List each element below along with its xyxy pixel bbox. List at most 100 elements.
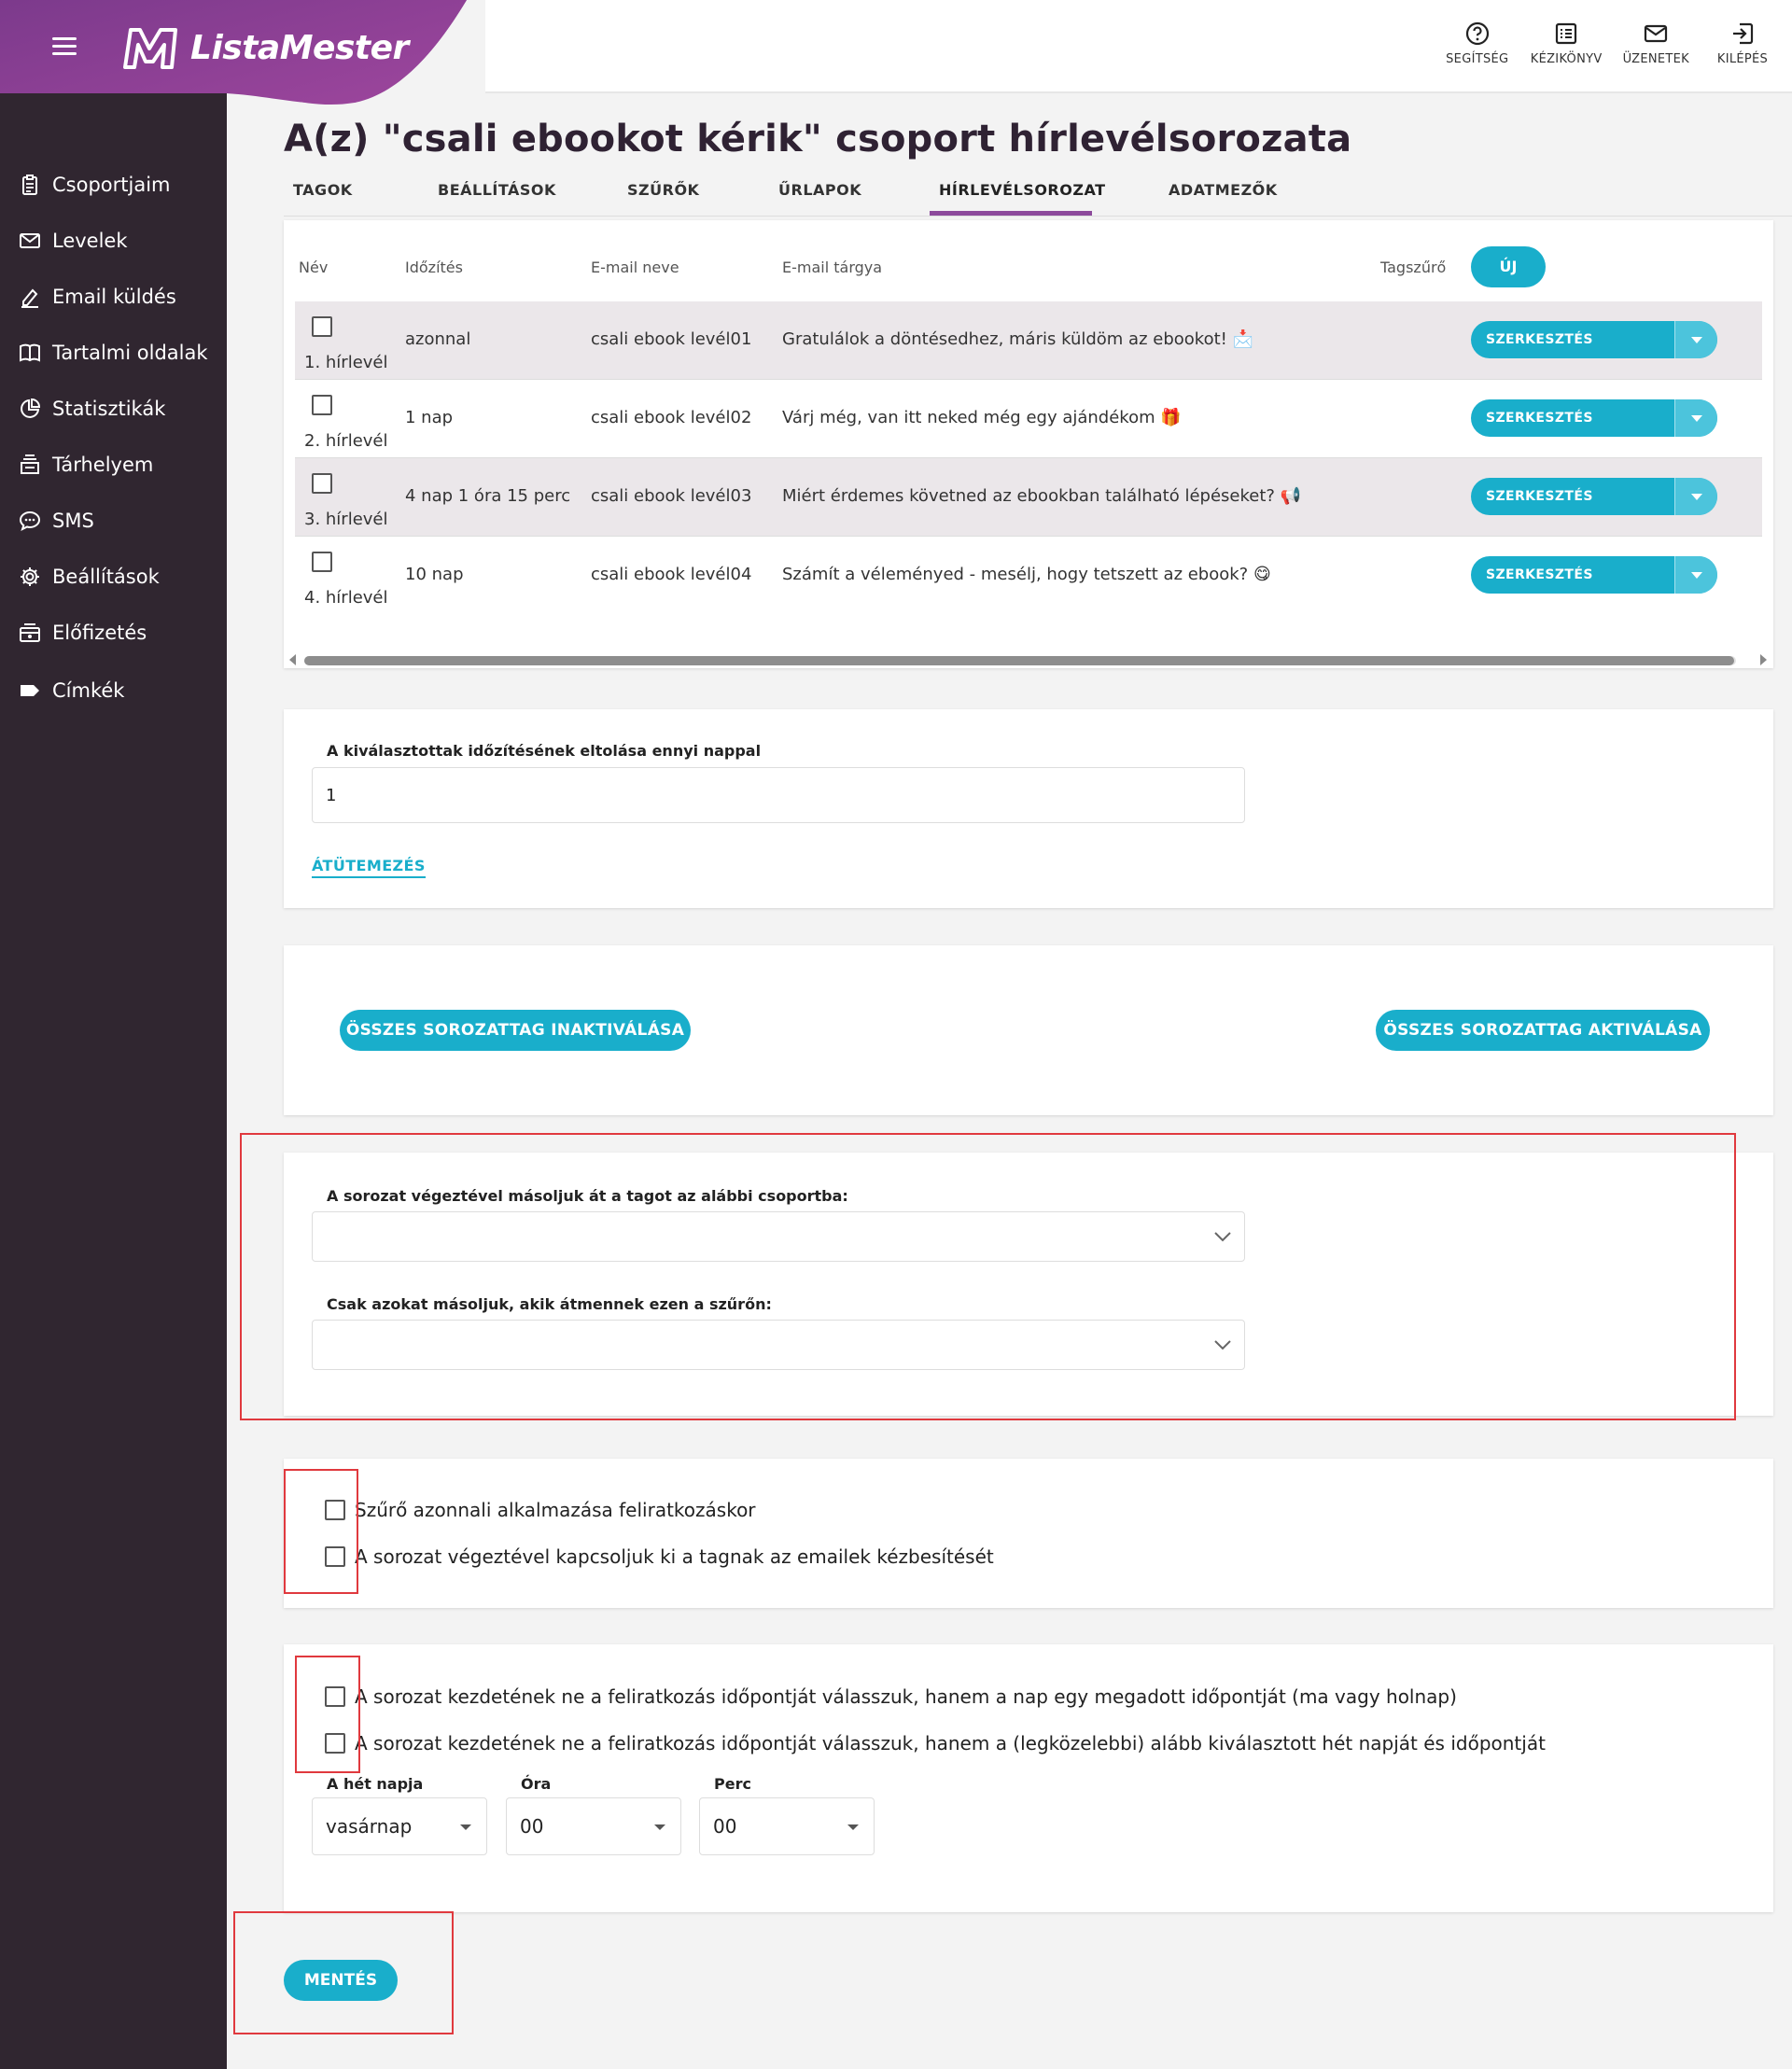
- manual-list-icon: [1556, 22, 1577, 45]
- app-name: ListaMester: [190, 28, 409, 67]
- scroll-left-arrow[interactable]: [289, 654, 296, 665]
- sidebar-item-letters[interactable]: Levelek: [19, 230, 128, 252]
- column-header-email-name: E-mail neve: [591, 259, 679, 276]
- tab-newsletter-series[interactable]: HÍRLEVÉLSOROZAT: [939, 181, 1106, 199]
- column-header-subject: E-mail tárgya: [782, 259, 883, 276]
- sidebar-item-label: Statisztikák: [52, 398, 166, 420]
- chevron-down-icon: [1214, 1232, 1231, 1242]
- clipboard-icon: [22, 175, 37, 195]
- edit-button[interactable]: SZERKESZTÉS: [1471, 399, 1717, 437]
- mail-icon: [1645, 24, 1668, 43]
- sidebar-item-settings[interactable]: Beállítások: [19, 566, 160, 588]
- envelope-icon: [20, 233, 40, 248]
- tab-filters[interactable]: SZŰRŐK: [627, 181, 699, 199]
- scrollbar-thumb[interactable]: [304, 656, 1734, 665]
- disable-delivery-checkbox[interactable]: [325, 1546, 345, 1567]
- edit-dropdown-toggle[interactable]: [1674, 556, 1717, 594]
- newsletter-subject: Gratulálok a döntésedhez, máris küldöm a…: [782, 329, 1253, 349]
- storage-icon: [21, 454, 39, 474]
- reschedule-link[interactable]: ÁTÜTEMEZÉS: [312, 857, 426, 878]
- subscription-icon: [20, 623, 40, 642]
- hour-select[interactable]: 00: [506, 1797, 681, 1855]
- app-logo[interactable]: ListaMester: [121, 24, 409, 71]
- logout-button[interactable]: KILÉPÉS: [1710, 21, 1775, 66]
- active-tab-indicator: [930, 211, 1092, 216]
- hour-label: Óra: [521, 1775, 552, 1793]
- start-by-day-time-checkbox[interactable]: [325, 1686, 345, 1707]
- sidebar-item-label: Címkék: [52, 679, 125, 702]
- tab-bar: TAGOK BEÁLLÍTÁSOK SZŰRŐK ŰRLAPOK HÍRLEVÉ…: [284, 177, 1792, 217]
- row-select-checkbox[interactable]: [312, 395, 332, 415]
- sidebar-item-storage[interactable]: Tárhelyem: [19, 454, 153, 476]
- help-label: SEGÍTSÉG: [1446, 52, 1509, 66]
- help-button[interactable]: SEGÍTSÉG: [1445, 21, 1510, 66]
- weekday-select[interactable]: vasárnap: [312, 1797, 487, 1855]
- deactivate-all-button[interactable]: ÖSSZES SOROZATTAG INAKTIVÁLÁSA: [340, 1010, 691, 1051]
- start-by-weekday-option[interactable]: A sorozat kezdetének ne a feliratkozás i…: [325, 1732, 1546, 1754]
- tab-members[interactable]: TAGOK: [293, 181, 353, 199]
- disable-delivery-label: A sorozat végeztével kapcsoljuk ki a tag…: [355, 1545, 994, 1568]
- minute-select[interactable]: 00: [699, 1797, 875, 1855]
- save-button[interactable]: MENTÉS: [284, 1960, 398, 2001]
- newsletter-email-name: csali ebook levél03: [591, 486, 752, 506]
- start-by-weekday-checkbox[interactable]: [325, 1733, 345, 1754]
- new-newsletter-button[interactable]: ÚJ: [1471, 246, 1546, 287]
- sidebar-item-sms[interactable]: SMS: [19, 510, 94, 532]
- sidebar-item-label: Tárhelyem: [52, 454, 154, 476]
- activate-all-button[interactable]: ÖSSZES SOROZATTAG AKTIVÁLÁSA: [1376, 1010, 1710, 1051]
- options-card: [284, 1459, 1773, 1608]
- newsletter-timing: 1 nap: [405, 408, 454, 427]
- sidebar-item-tags[interactable]: Címkék: [19, 679, 124, 702]
- horizontal-scrollbar[interactable]: [304, 656, 1736, 665]
- newsletter-subject: Várj még, van itt neked még egy ajándéko…: [782, 408, 1182, 427]
- book-icon: [20, 343, 40, 362]
- reschedule-label: A kiválasztottak időzítésének eltolása e…: [327, 742, 762, 760]
- table-row: 3. hírlevél 4 nap 1 óra 15 perc csali eb…: [295, 458, 1762, 537]
- scroll-right-arrow[interactable]: [1760, 654, 1767, 665]
- sidebar-item-subscription[interactable]: Előfizetés: [19, 622, 147, 644]
- hour-value: 00: [520, 1815, 544, 1838]
- tab-data-fields[interactable]: ADATMEZŐK: [1169, 181, 1278, 199]
- chevron-down-icon: [1214, 1340, 1231, 1350]
- copy-group-select[interactable]: [312, 1211, 1245, 1262]
- edit-dropdown-toggle[interactable]: [1674, 478, 1717, 515]
- tab-forms[interactable]: ŰRLAPOK: [778, 181, 861, 199]
- sidebar-item-send-email[interactable]: Email küldés: [19, 286, 176, 308]
- listamester-logo-icon: [123, 28, 177, 69]
- weekday-value: vasárnap: [326, 1815, 413, 1838]
- apply-filter-label: Szűrő azonnali alkalmazása feliratkozásk…: [355, 1499, 756, 1521]
- row-select-checkbox[interactable]: [312, 473, 332, 494]
- pen-icon: [21, 288, 38, 308]
- row-select-checkbox[interactable]: [312, 316, 332, 337]
- newsletter-timing: 10 nap: [405, 565, 464, 584]
- sidebar-item-label: Előfizetés: [52, 622, 147, 644]
- newsletter-name: 2. hírlevél: [304, 431, 388, 451]
- manual-label: KÉZIKÖNYV: [1530, 52, 1603, 66]
- newsletter-email-name: csali ebook levél01: [591, 329, 752, 349]
- copy-filter-select[interactable]: [312, 1320, 1245, 1370]
- sidebar-item-content-pages[interactable]: Tartalmi oldalak: [19, 342, 208, 364]
- edit-dropdown-toggle[interactable]: [1674, 399, 1717, 437]
- logout-label: KILÉPÉS: [1716, 52, 1769, 66]
- edit-button[interactable]: SZERKESZTÉS: [1471, 321, 1717, 358]
- newsletter-timing: azonnal: [405, 329, 471, 349]
- edit-button[interactable]: SZERKESZTÉS: [1471, 556, 1717, 594]
- disable-delivery-option[interactable]: A sorozat végeztével kapcsoljuk ki a tag…: [325, 1545, 994, 1568]
- row-select-checkbox[interactable]: [312, 552, 332, 572]
- tag-icon: [21, 685, 39, 696]
- newsletter-timing: 4 nap 1 óra 15 perc: [405, 486, 571, 506]
- edit-button[interactable]: SZERKESZTÉS: [1471, 478, 1717, 515]
- reschedule-days-input[interactable]: [312, 767, 1245, 823]
- apply-filter-checkbox[interactable]: [325, 1500, 345, 1520]
- sidebar-item-groups[interactable]: Csoportjaim: [19, 174, 171, 196]
- manual-button[interactable]: KÉZIKÖNYV: [1531, 21, 1603, 66]
- apply-filter-option[interactable]: Szűrő azonnali alkalmazása feliratkozásk…: [325, 1499, 756, 1521]
- start-by-day-time-option[interactable]: A sorozat kezdetének ne a feliratkozás i…: [325, 1685, 1457, 1708]
- sidebar-item-statistics[interactable]: Statisztikák: [19, 398, 165, 420]
- tab-settings[interactable]: BEÁLLÍTÁSOK: [438, 181, 556, 199]
- menu-toggle-icon[interactable]: [52, 37, 80, 58]
- edit-dropdown-toggle[interactable]: [1674, 321, 1717, 358]
- messages-button[interactable]: ÜZENETEK: [1623, 21, 1689, 66]
- sidebar-item-label: SMS: [52, 510, 94, 532]
- sms-bubble-icon: [19, 510, 41, 531]
